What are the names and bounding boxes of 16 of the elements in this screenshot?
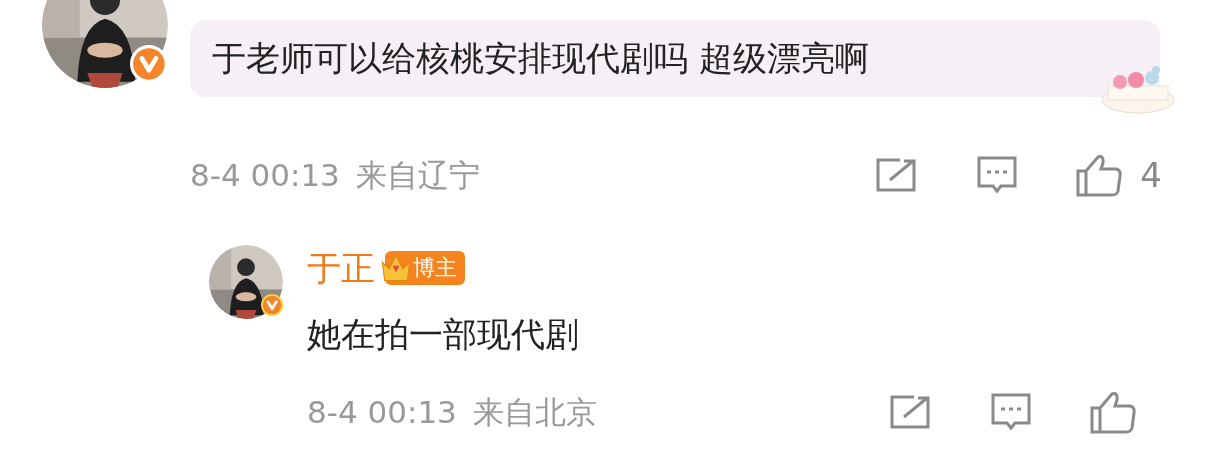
share-icon[interactable] — [876, 158, 917, 192]
comment-icon[interactable] — [990, 393, 1032, 431]
comment-location: 来自辽宁 — [355, 155, 480, 195]
reply-text: 她在拍一部现代剧 — [307, 313, 580, 356]
like-count: 4 — [1140, 158, 1162, 192]
comment-text: 于老师可以给核桃安排现代剧吗 超级漂亮啊 — [212, 37, 869, 80]
reply-author[interactable]: 于正 — [307, 242, 375, 294]
comment-icon[interactable] — [976, 156, 1019, 194]
verified-icon — [130, 45, 168, 83]
comment-time: 8-4 00:13 — [190, 155, 340, 195]
reply-time: 8-4 00:13 — [307, 392, 457, 432]
verified-icon — [260, 293, 283, 317]
thumbs-up-icon[interactable] — [1090, 390, 1136, 434]
share-icon[interactable] — [890, 395, 930, 429]
reply-location: 来自北京 — [472, 392, 597, 432]
thumbs-up-icon[interactable] — [1076, 153, 1123, 197]
